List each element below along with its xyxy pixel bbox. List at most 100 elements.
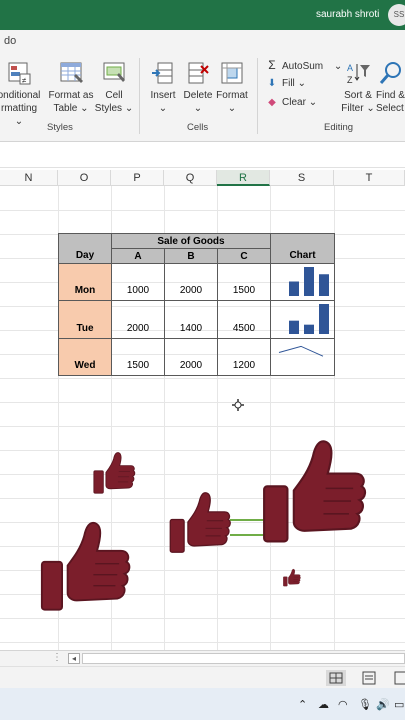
normal-view-icon[interactable] xyxy=(326,670,346,686)
format-as-table-label-2: Table xyxy=(53,103,78,114)
group-separator xyxy=(139,58,140,134)
day-cell-wed-text: Wed xyxy=(74,360,96,371)
sigma-icon: Σ xyxy=(268,58,276,72)
microphone-icon[interactable]: 🎙 xyxy=(358,698,372,711)
column-header-o[interactable]: O xyxy=(58,170,111,186)
insert-label: Insert xyxy=(150,90,176,101)
page-layout-view-icon[interactable] xyxy=(362,671,376,685)
chevron-down-icon: ⌄ xyxy=(227,103,237,114)
sort-filter-label-1: Sort & xyxy=(344,90,372,101)
value-cell[interactable]: 1200 xyxy=(217,338,271,376)
cell-cursor-icon xyxy=(232,399,244,411)
battery-icon[interactable]: ▭ xyxy=(394,698,404,711)
thumbs-up-largest-icon[interactable] xyxy=(262,434,368,547)
grid-hline xyxy=(0,618,405,619)
header-sub-b[interactable]: B xyxy=(164,248,218,264)
format-as-table-icon xyxy=(60,62,83,83)
column-header-s[interactable]: S xyxy=(270,170,334,186)
thumbs-up-medium-icon[interactable] xyxy=(169,489,232,555)
svg-text:≠: ≠ xyxy=(22,76,27,85)
volume-icon[interactable]: 🔊 xyxy=(376,698,390,711)
grid-hline xyxy=(0,642,405,643)
formula-bar-area xyxy=(0,142,405,168)
title-bar: saurabh shroti SS xyxy=(0,0,405,30)
wifi-icon[interactable]: ◠ xyxy=(338,698,348,711)
value-cell-text: 1500 xyxy=(126,360,150,371)
excel-window: saurabh shroti SS do ≠ onditional rmatti… xyxy=(0,0,405,720)
format-button[interactable]: Format ⌄ xyxy=(214,60,250,115)
header-sub-a[interactable]: A xyxy=(111,248,165,264)
find-select-label-1: Find & xyxy=(376,90,405,101)
value-cell[interactable]: 4500 xyxy=(217,300,271,339)
format-label: Format xyxy=(216,90,248,101)
chevron-up-icon[interactable]: ⌃ xyxy=(298,698,307,711)
day-cell-mon[interactable]: Mon xyxy=(58,263,112,301)
grid-hline xyxy=(0,378,405,379)
sparkline-line xyxy=(278,345,324,357)
page-break-view-icon[interactable] xyxy=(394,671,405,685)
value-cell-text: 2000 xyxy=(179,285,203,296)
day-cell-tue[interactable]: Tue xyxy=(58,300,112,339)
value-cell[interactable]: 1500 xyxy=(217,263,271,301)
ribbon: ≠ onditional rmatting ⌄ Format as Table … xyxy=(0,52,405,142)
value-cell[interactable]: 2000 xyxy=(164,263,218,301)
sheet-tab-splitter-icon[interactable]: ⋮ xyxy=(52,652,62,663)
header-chart-cell[interactable]: Chart xyxy=(270,233,335,264)
chevron-down-icon: ⌄ xyxy=(308,97,318,108)
value-cell[interactable]: 2000 xyxy=(164,338,218,376)
value-cell-text: 4500 xyxy=(232,323,256,334)
thumbs-up-small-icon[interactable] xyxy=(93,450,136,495)
find-select-button[interactable]: Find & Select xyxy=(376,60,405,115)
day-cell-wed[interactable]: Wed xyxy=(58,338,112,376)
thumbs-up-large-icon[interactable] xyxy=(40,518,132,613)
insert-button[interactable]: Insert ⌄ xyxy=(145,60,181,115)
sparkline-cell[interactable] xyxy=(270,300,335,339)
delete-cells-icon xyxy=(188,62,209,84)
autosum-button[interactable]: Σ AutoSum ⌄ xyxy=(266,58,342,72)
chevron-down-icon: ⌄ xyxy=(366,103,375,114)
value-cell-text: 1000 xyxy=(126,285,150,296)
header-sub-c-text: C xyxy=(240,251,248,262)
value-cell[interactable]: 1400 xyxy=(164,300,218,339)
cell-styles-icon xyxy=(103,62,125,82)
column-header-t[interactable]: T xyxy=(334,170,405,186)
cloud-icon[interactable]: ☁ xyxy=(318,698,329,711)
chevron-down-icon: ⌄ xyxy=(193,103,203,114)
sort-filter-button[interactable]: A Z Sort & Filter ⌄ xyxy=(340,60,376,115)
format-as-table-button[interactable]: Format as Table ⌄ xyxy=(48,60,94,115)
conditional-formatting-button[interactable]: ≠ onditional rmatting ⌄ xyxy=(0,60,42,128)
grid-hline xyxy=(0,402,405,403)
header-sub-b-text: B xyxy=(187,251,195,262)
sparkline-cell[interactable] xyxy=(270,263,335,301)
header-sale-of-goods-cell[interactable]: Sale of Goods xyxy=(111,233,271,249)
header-day-cell[interactable]: Day xyxy=(58,233,112,264)
value-cell[interactable]: 2000 xyxy=(111,300,165,339)
sort-filter-label-2: Filter xyxy=(341,103,364,114)
cell-styles-button[interactable]: Cell Styles ⌄ xyxy=(94,60,134,115)
header-sub-c[interactable]: C xyxy=(217,248,271,264)
sparkline-cell[interactable] xyxy=(270,338,335,376)
column-header-p[interactable]: P xyxy=(111,170,164,186)
value-cell[interactable]: 1500 xyxy=(111,338,165,376)
conditional-formatting-label-1: onditional xyxy=(0,90,41,101)
thumbs-up-tiny-icon[interactable] xyxy=(283,568,301,587)
clear-button[interactable]: ◆ Clear ⌄ xyxy=(266,97,317,108)
column-header-n[interactable]: N xyxy=(0,170,58,186)
fill-button[interactable]: ⬇ Fill ⌄ xyxy=(266,78,306,89)
day-cell-tue-text: Tue xyxy=(76,323,94,334)
value-cell[interactable]: 1000 xyxy=(111,263,165,301)
user-avatar[interactable]: SS xyxy=(388,4,405,26)
conditional-formatting-icon: ≠ xyxy=(8,62,31,85)
scroll-track[interactable] xyxy=(82,653,405,664)
taskbar: ⌃ ☁ ◠ 🎙 🔊 ▭ xyxy=(0,688,405,720)
delete-button[interactable]: Delete ⌄ xyxy=(181,60,215,115)
tell-me-text[interactable]: do xyxy=(4,35,16,47)
grid-hline xyxy=(0,210,405,211)
svg-text:A: A xyxy=(347,63,353,73)
fill-down-icon: ⬇ xyxy=(267,78,277,89)
column-header-q[interactable]: Q xyxy=(164,170,217,186)
horizontal-scrollbar[interactable]: ⋮ ◂ xyxy=(0,650,405,666)
column-header-r[interactable]: R xyxy=(217,170,270,186)
scroll-left-icon[interactable]: ◂ xyxy=(68,653,80,664)
fill-label: Fill xyxy=(282,78,295,89)
